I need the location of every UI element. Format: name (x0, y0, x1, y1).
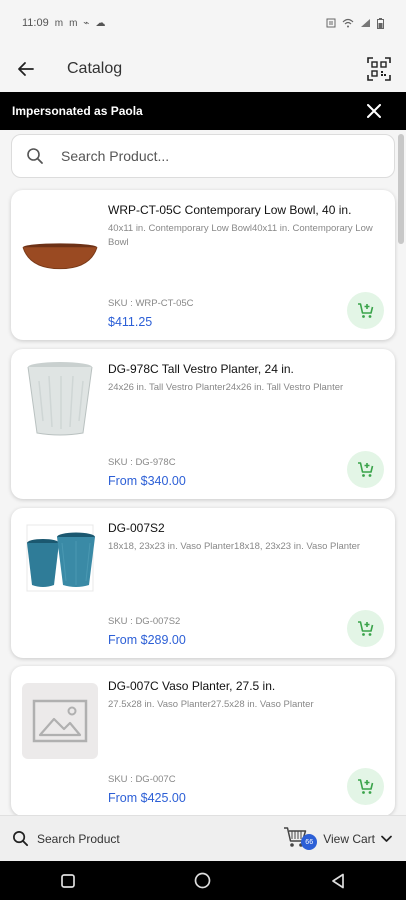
add-cart-icon (357, 620, 373, 636)
home-icon (195, 872, 211, 889)
image-placeholder-icon (32, 699, 88, 743)
status-right (326, 17, 384, 29)
product-card[interactable]: DG-007S2 18x18, 23x23 in. Vaso Planter18… (11, 508, 395, 658)
signal-icon (361, 19, 370, 27)
antenna-icon: ⌁ (83, 17, 90, 29)
battery-icon (377, 17, 384, 29)
add-to-cart-button[interactable] (347, 610, 384, 647)
product-description: 40x11 in. Contemporary Low Bowl40x11 in.… (108, 223, 373, 248)
product-title: DG-007S2 (108, 521, 165, 535)
search-icon (13, 831, 29, 847)
product-image (22, 361, 98, 437)
product-sku: SKU : DG-007S2 (108, 616, 181, 627)
product-description: 18x18, 23x23 in. Vaso Planter18x18, 23x2… (108, 541, 361, 552)
product-price: From $425.00 (108, 791, 186, 805)
view-cart-button[interactable]: 66 View Cart (283, 824, 392, 854)
sim-icon (326, 18, 336, 28)
search-icon (12, 134, 58, 178)
status-bar: 11:09 m m ⌁ ☁ (0, 0, 406, 46)
product-price: $411.25 (108, 315, 153, 329)
product-card[interactable]: WRP-CT-05C Contemporary Low Bowl, 40 in.… (11, 190, 395, 340)
product-price: From $340.00 (108, 474, 186, 488)
notification-m2-icon: m (69, 17, 78, 29)
product-sku: SKU : WRP-CT-05C (108, 298, 194, 309)
wifi-icon (342, 18, 354, 28)
back-triangle-icon (332, 873, 345, 888)
cart-icon-wrap: 66 (283, 824, 318, 854)
product-description: 24x26 in. Tall Vestro Planter24x26 in. T… (108, 382, 344, 393)
home-button[interactable] (183, 861, 223, 900)
product-sku: SKU : DG-007C (108, 774, 176, 785)
product-title: WRP-CT-05C Contemporary Low Bowl, 40 in. (108, 203, 352, 217)
back-nav-button[interactable] (318, 861, 358, 900)
chevron-down-icon (381, 835, 392, 842)
system-nav-bar (0, 861, 406, 900)
page-title: Catalog (67, 60, 123, 77)
impersonation-banner: Impersonated as Paola (0, 92, 406, 130)
notification-m-icon: m (54, 17, 64, 29)
cloud-icon: ☁ (95, 17, 106, 29)
product-card[interactable]: DG-978C Tall Vestro Planter, 24 in. 24x2… (11, 349, 395, 499)
blue-planters-image (26, 524, 95, 592)
add-cart-icon (357, 461, 373, 477)
add-cart-icon (357, 302, 373, 318)
bottom-bar: Search Product 66 View Cart (0, 815, 406, 861)
white-planter-image (27, 362, 93, 436)
back-button[interactable] (0, 46, 52, 92)
app-header: Catalog (0, 46, 406, 92)
qr-scan-icon (367, 57, 391, 81)
search-box (11, 134, 395, 178)
arrow-left-icon (18, 62, 34, 76)
scan-button[interactable] (362, 52, 396, 86)
search-input[interactable] (61, 148, 361, 164)
product-sku: SKU : DG-978C (108, 457, 176, 468)
add-cart-icon (357, 778, 373, 794)
cart-count-badge: 66 (301, 834, 318, 850)
product-title: DG-007C Vaso Planter, 27.5 in. (108, 679, 276, 693)
product-description: 27.5x28 in. Vaso Planter27.5x28 in. Vaso… (108, 699, 314, 710)
close-icon (367, 104, 381, 118)
product-image (22, 683, 98, 759)
product-image (22, 237, 98, 277)
bottom-search-button[interactable]: Search Product (12, 830, 120, 847)
view-cart-label: View Cart (323, 832, 375, 846)
scrollbar[interactable] (398, 134, 404, 244)
product-title: DG-978C Tall Vestro Planter, 24 in. (108, 362, 294, 376)
status-time: 11:09 (22, 17, 49, 29)
banner-close-button[interactable] (364, 101, 384, 121)
product-price: From $289.00 (108, 633, 186, 647)
add-to-cart-button[interactable] (347, 768, 384, 805)
product-image (22, 520, 98, 596)
recents-button[interactable] (48, 861, 88, 900)
add-to-cart-button[interactable] (347, 292, 384, 329)
impersonation-text: Impersonated as Paola (12, 104, 143, 118)
terracotta-bowl-image (22, 243, 98, 270)
recents-icon (60, 873, 75, 888)
bottom-search-label: Search Product (37, 831, 120, 846)
status-left: 11:09 m m ⌁ ☁ (22, 17, 105, 29)
add-to-cart-button[interactable] (347, 451, 384, 488)
product-card[interactable]: DG-007C Vaso Planter, 27.5 in. 27.5x28 i… (11, 666, 395, 816)
